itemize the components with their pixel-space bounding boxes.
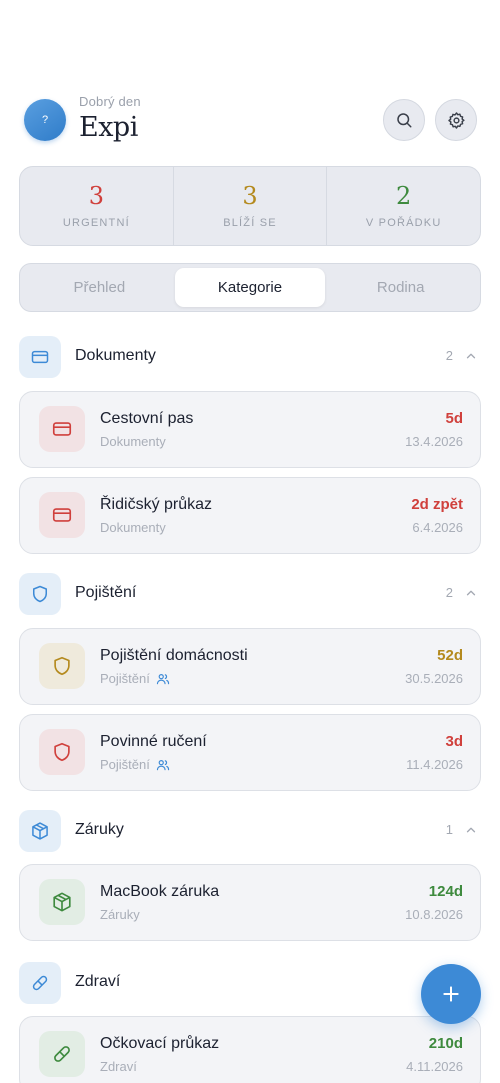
- section-title: Zdraví: [75, 973, 121, 990]
- list-item[interactable]: Řidičský průkaz Dokumenty 2d zpět 6.4.20…: [19, 477, 481, 554]
- pill-icon: [39, 1031, 85, 1077]
- section-count: 2: [445, 348, 453, 363]
- family-shared-icon: [156, 759, 169, 770]
- tab-family[interactable]: Rodina: [325, 268, 476, 307]
- item-title: Pojištění domácnosti: [100, 647, 248, 664]
- item-expiry-date: 13.4.2026: [405, 434, 463, 449]
- item-days-left: 210d: [428, 1035, 463, 1052]
- header: ? Dobrý den Expi: [24, 92, 481, 152]
- section-header-insurance[interactable]: Pojištění 2: [19, 573, 481, 615]
- plus-icon: [443, 986, 459, 1002]
- item-category: Pojištění: [100, 757, 170, 772]
- stat-urgent-value: 3: [88, 182, 104, 210]
- add-item-button[interactable]: [421, 964, 481, 1024]
- item-category: Dokumenty: [100, 520, 166, 535]
- card-icon: [19, 336, 61, 378]
- tab-overview[interactable]: Přehled: [24, 268, 175, 307]
- item-category: Záruky: [100, 907, 140, 922]
- item-days-left: 2d zpět: [411, 496, 463, 513]
- shield-icon: [39, 729, 85, 775]
- item-title: MacBook záruka: [100, 883, 220, 900]
- chevron-up-icon[interactable]: [464, 349, 478, 363]
- item-expiry-date: 11.4.2026: [406, 757, 463, 772]
- section-header-documents[interactable]: Dokumenty 2: [19, 336, 481, 378]
- search-button[interactable]: [383, 99, 425, 141]
- avatar-label: ?: [41, 114, 49, 126]
- card-icon: [39, 492, 85, 538]
- item-expiry-date: 30.5.2026: [405, 671, 463, 686]
- stat-ok-value: 2: [396, 182, 412, 210]
- item-title: Cestovní pas: [100, 410, 194, 427]
- list-item[interactable]: Povinné ručení Pojištění 3d 11.4.2026: [19, 714, 481, 791]
- status-summary: 3 URGENTNÍ 3 BLÍŽÍ SE 2 V POŘÁDKU: [19, 166, 481, 246]
- stat-soon[interactable]: 3 BLÍŽÍ SE: [172, 167, 327, 245]
- item-days-left: 3d: [445, 733, 463, 750]
- family-shared-icon: [156, 673, 169, 684]
- item-expiry-date: 4.11.2026: [406, 1059, 463, 1074]
- item-days-left: 5d: [445, 410, 463, 427]
- tab-categories[interactable]: Kategorie: [174, 268, 326, 307]
- stat-ok-label: V POŘÁDKU: [365, 217, 442, 229]
- item-expiry-date: 6.4.2026: [412, 520, 463, 535]
- section-header-warranties[interactable]: Záruky 1: [19, 810, 481, 852]
- section-count: 2: [445, 585, 453, 600]
- item-category-label: Pojištění: [100, 757, 150, 772]
- chevron-up-icon[interactable]: [464, 586, 478, 600]
- chevron-up-icon[interactable]: [464, 823, 478, 837]
- gear-icon: [447, 111, 465, 129]
- stat-ok[interactable]: 2 V POŘÁDKU: [326, 167, 480, 245]
- item-title: Očkovací průkaz: [100, 1035, 220, 1052]
- item-days-left: 124d: [428, 883, 463, 900]
- item-title: Řidičský průkaz: [100, 496, 213, 513]
- item-category: Pojištění: [100, 671, 170, 686]
- search-icon: [397, 113, 412, 128]
- app-title: Expi: [79, 112, 138, 143]
- list-item[interactable]: Cestovní pas Dokumenty 5d 13.4.2026: [19, 391, 481, 468]
- box-icon: [39, 879, 85, 925]
- item-days-left: 52d: [437, 647, 463, 664]
- shield-icon: [19, 573, 61, 615]
- item-title: Povinné ručení: [100, 733, 207, 750]
- stat-urgent[interactable]: 3 URGENTNÍ: [20, 167, 173, 245]
- pill-icon: [19, 962, 61, 1004]
- item-category: Zdraví: [100, 1059, 137, 1074]
- card-icon: [39, 406, 85, 452]
- view-tabs: Přehled Kategorie Rodina: [19, 263, 481, 312]
- section-title: Záruky: [75, 821, 124, 838]
- item-category-label: Dokumenty: [100, 434, 166, 449]
- section-title: Dokumenty: [75, 347, 156, 364]
- greeting: Dobrý den: [79, 94, 141, 109]
- section-count: 1: [445, 822, 453, 837]
- stat-urgent-label: URGENTNÍ: [62, 217, 130, 229]
- section-title: Pojištění: [75, 584, 137, 601]
- item-category-label: Záruky: [100, 907, 140, 922]
- list-item[interactable]: MacBook záruka Záruky 124d 10.8.2026: [19, 864, 481, 941]
- list-item[interactable]: Očkovací průkaz Zdraví 210d 4.11.2026: [19, 1016, 481, 1083]
- stat-soon-value: 3: [242, 182, 258, 210]
- settings-button[interactable]: [435, 99, 477, 141]
- section-header-health[interactable]: Zdraví: [19, 962, 481, 1004]
- list-item[interactable]: Pojištění domácnosti Pojištění 52d 30.5.…: [19, 628, 481, 705]
- item-expiry-date: 10.8.2026: [405, 907, 463, 922]
- stat-soon-label: BLÍŽÍ SE: [223, 217, 277, 229]
- item-category-label: Zdraví: [100, 1059, 137, 1074]
- item-category-label: Dokumenty: [100, 520, 166, 535]
- box-icon: [19, 810, 61, 852]
- avatar[interactable]: ?: [24, 99, 66, 141]
- item-category: Dokumenty: [100, 434, 166, 449]
- shield-icon: [39, 643, 85, 689]
- item-category-label: Pojištění: [100, 671, 150, 686]
